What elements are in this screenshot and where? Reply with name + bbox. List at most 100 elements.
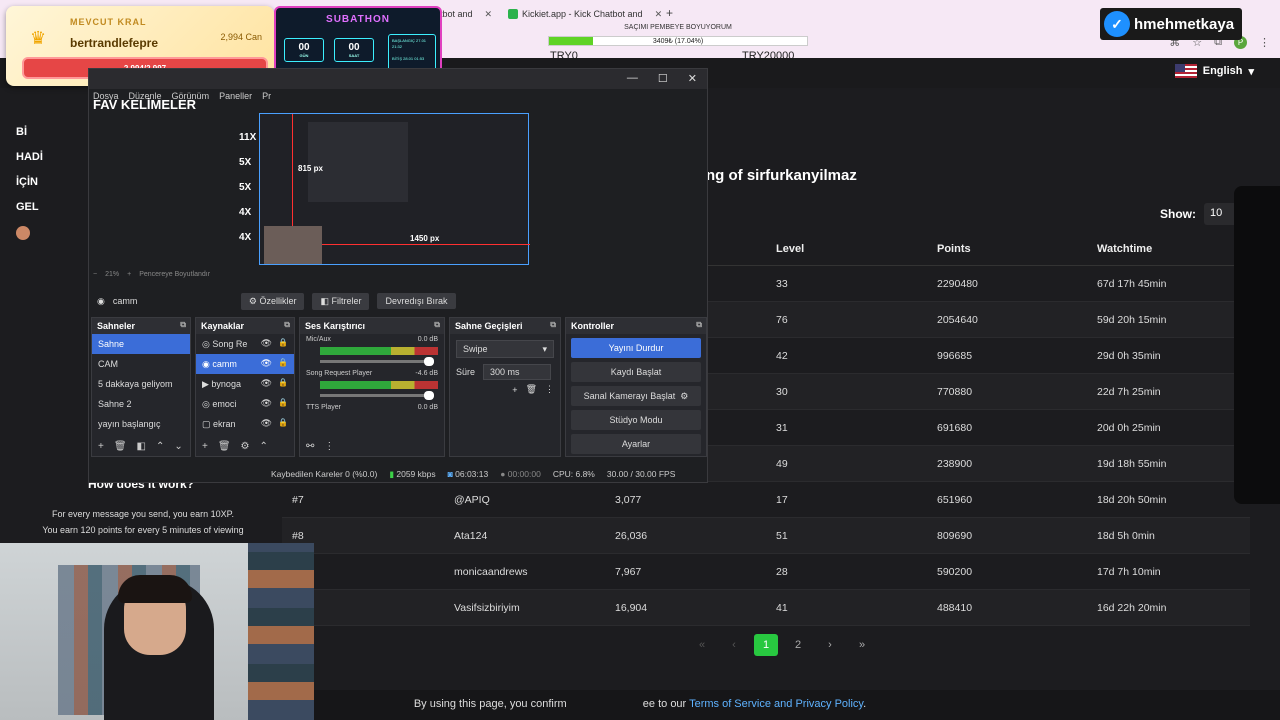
deactivate-button[interactable]: Devredışı Bırak	[377, 293, 456, 309]
dock-popout-icon[interactable]: ⧉	[550, 320, 556, 330]
fit-window-label[interactable]: Pencereye Boyutlandır	[139, 271, 210, 278]
first-page-button[interactable]: «	[690, 634, 714, 656]
source-item[interactable]: ◉ camm 👁 🔒	[196, 354, 294, 374]
scenes-dock: Sahneler ⧉ Sahne CAM 5 dakkaya geliyom Sa…	[91, 317, 191, 457]
studio-mode-button[interactable]: Stüdyo Modu	[571, 410, 701, 430]
source-item[interactable]: ▢ ekran 👁 🔒	[196, 414, 294, 434]
more-icon[interactable]: ⋮	[324, 441, 334, 453]
start-virtual-camera-button[interactable]: Sanal Kamerayı Başlat ⚙	[571, 386, 701, 406]
source-item[interactable]: ◎ emoci 👁 🔒	[196, 394, 294, 414]
how-text: For every message you send, you earn 10X…	[28, 506, 258, 538]
move-up-icon[interactable]: ⌃	[260, 441, 268, 453]
king-name: bertrandlefepre	[70, 36, 159, 50]
close-icon[interactable]: ✕	[655, 9, 663, 20]
how-line: You earn 120 points for every 5 minutes …	[42, 525, 244, 535]
scene-item[interactable]: Sahne	[92, 334, 190, 354]
header-level: Level	[776, 243, 805, 255]
delete-icon[interactable]: 🗑	[218, 441, 231, 453]
fav-words-title: FAV KELİMELER	[93, 97, 197, 112]
gear-icon: ⚙	[680, 390, 689, 401]
lock-icon: 🔒	[278, 338, 288, 347]
volume-slider[interactable]	[320, 391, 434, 400]
header-points: Points	[937, 243, 971, 255]
dock-popout-icon[interactable]: ⧉	[434, 320, 440, 330]
dock-popout-icon[interactable]: ⧉	[284, 320, 290, 330]
cell-user: @APIQ	[454, 494, 490, 506]
more-icon[interactable]: ⋮	[545, 384, 554, 395]
guide-line	[292, 114, 293, 226]
camera-icon: ◉	[97, 295, 105, 306]
eye-icon: 👁	[260, 338, 272, 348]
close-icon[interactable]: ✕	[688, 72, 697, 85]
audio-meter	[320, 347, 438, 355]
prev-page-button[interactable]: ‹	[722, 634, 746, 656]
move-down-icon[interactable]: ⌄	[174, 441, 182, 453]
zoom-out-icon[interactable]: −	[93, 271, 97, 278]
settings-icon[interactable]: ⚙	[241, 441, 250, 453]
add-icon[interactable]: +	[98, 441, 104, 453]
browser-tab[interactable]: tbot and ✕	[440, 6, 492, 22]
terms-link[interactable]: Terms of Service and Privacy Policy	[689, 698, 863, 710]
maximize-icon[interactable]: ☐	[658, 72, 668, 85]
stop-stream-button[interactable]: Yayını Durdur	[571, 338, 701, 358]
more-icon[interactable]: ⋮	[1259, 36, 1270, 49]
word-item: Bİ	[16, 126, 27, 138]
zoom-in-icon[interactable]: +	[127, 271, 131, 278]
scene-item[interactable]: CAM	[92, 354, 190, 374]
scene-item[interactable]: 5 dakkaya geliyom	[92, 374, 190, 394]
start-recording-button[interactable]: Kaydı Başlat	[571, 362, 701, 382]
cell-level: 33	[776, 278, 788, 290]
language-selector[interactable]: English ▾	[1174, 64, 1254, 78]
dock-popout-icon[interactable]: ⧉	[180, 320, 186, 330]
minimize-icon[interactable]: —	[627, 72, 638, 85]
filter-icon[interactable]: ◧	[137, 441, 146, 453]
transitions-dock: Sahne Geçişleri ⧉ Swipe ▾ Süre 300 ms + 🗑 …	[449, 317, 561, 457]
close-icon[interactable]: ✕	[485, 9, 493, 20]
scene-item[interactable]: yayın başlangıç	[92, 414, 190, 434]
page-2-button[interactable]: 2	[786, 634, 810, 656]
menu-docks[interactable]: Paneller	[219, 91, 252, 101]
volume-slider[interactable]	[320, 357, 434, 366]
last-page-button[interactable]: »	[850, 634, 874, 656]
settings-button[interactable]: Ayarlar	[571, 434, 701, 454]
duration-input[interactable]: 300 ms	[483, 364, 552, 380]
cell-points: 2054640	[937, 314, 978, 326]
link-icon[interactable]: ⚯	[306, 441, 314, 453]
preview-canvas[interactable]: 815 px 1450 px	[259, 113, 530, 265]
chat-overlay-edge	[1234, 186, 1280, 504]
cell-points: 2290480	[937, 278, 978, 290]
browser-tab-kickiet[interactable]: Kickiet.app - Kick Chatbot and ✕	[508, 6, 662, 22]
lock-icon: 🔒	[278, 398, 288, 407]
controls-dock: Kontroller ⧉ Yayını Durdur Kaydı Başlat S…	[565, 317, 707, 457]
zoom-value: 21%	[105, 271, 120, 278]
scene-item[interactable]: Sahne 2	[92, 394, 190, 414]
menu-profile[interactable]: Pr	[262, 91, 271, 101]
page-1-button[interactable]: 1	[754, 634, 778, 656]
move-up-icon[interactable]: ⌃	[156, 441, 164, 453]
cell-points: 770880	[937, 386, 973, 398]
properties-button[interactable]: ⚙ Özellikler	[240, 292, 305, 310]
delete-icon[interactable]: 🗑	[526, 384, 537, 395]
delete-icon[interactable]: 🗑	[114, 441, 127, 453]
source-item[interactable]: ▶ bynoga 👁 🔒	[196, 374, 294, 394]
dock-popout-icon[interactable]: ⧉	[696, 320, 702, 330]
how-line: For every message you send, you earn 10X…	[52, 509, 234, 519]
cell-points: 488410	[937, 602, 973, 614]
guide-line	[322, 244, 530, 245]
transition-select[interactable]: Swipe ▾	[456, 340, 554, 358]
source-item[interactable]: ◎ Song Re 👁 🔒	[196, 334, 294, 354]
next-page-button[interactable]: ›	[818, 634, 842, 656]
cell-watch: 18d 5h 0min	[1097, 530, 1155, 542]
chevron-down-icon: ▾	[1248, 65, 1254, 78]
cell-points: 238900	[937, 458, 973, 470]
filters-button[interactable]: ◧ Filtreler	[312, 292, 370, 310]
add-icon[interactable]: +	[202, 441, 208, 453]
stream-time: ◙ 06:03:13	[447, 469, 489, 479]
add-icon[interactable]: +	[512, 385, 517, 395]
new-tab-icon[interactable]: +	[666, 6, 673, 20]
progress-text: 3409₺ (17.04%)	[652, 38, 704, 45]
header-watchtime: Watchtime	[1097, 243, 1153, 255]
leaderboard-title: ng of sirfurkanyilmaz	[706, 167, 857, 184]
obs-preview[interactable]: 815 px 1450 px	[259, 113, 530, 265]
duration-row: Süre 300 ms	[456, 364, 554, 380]
